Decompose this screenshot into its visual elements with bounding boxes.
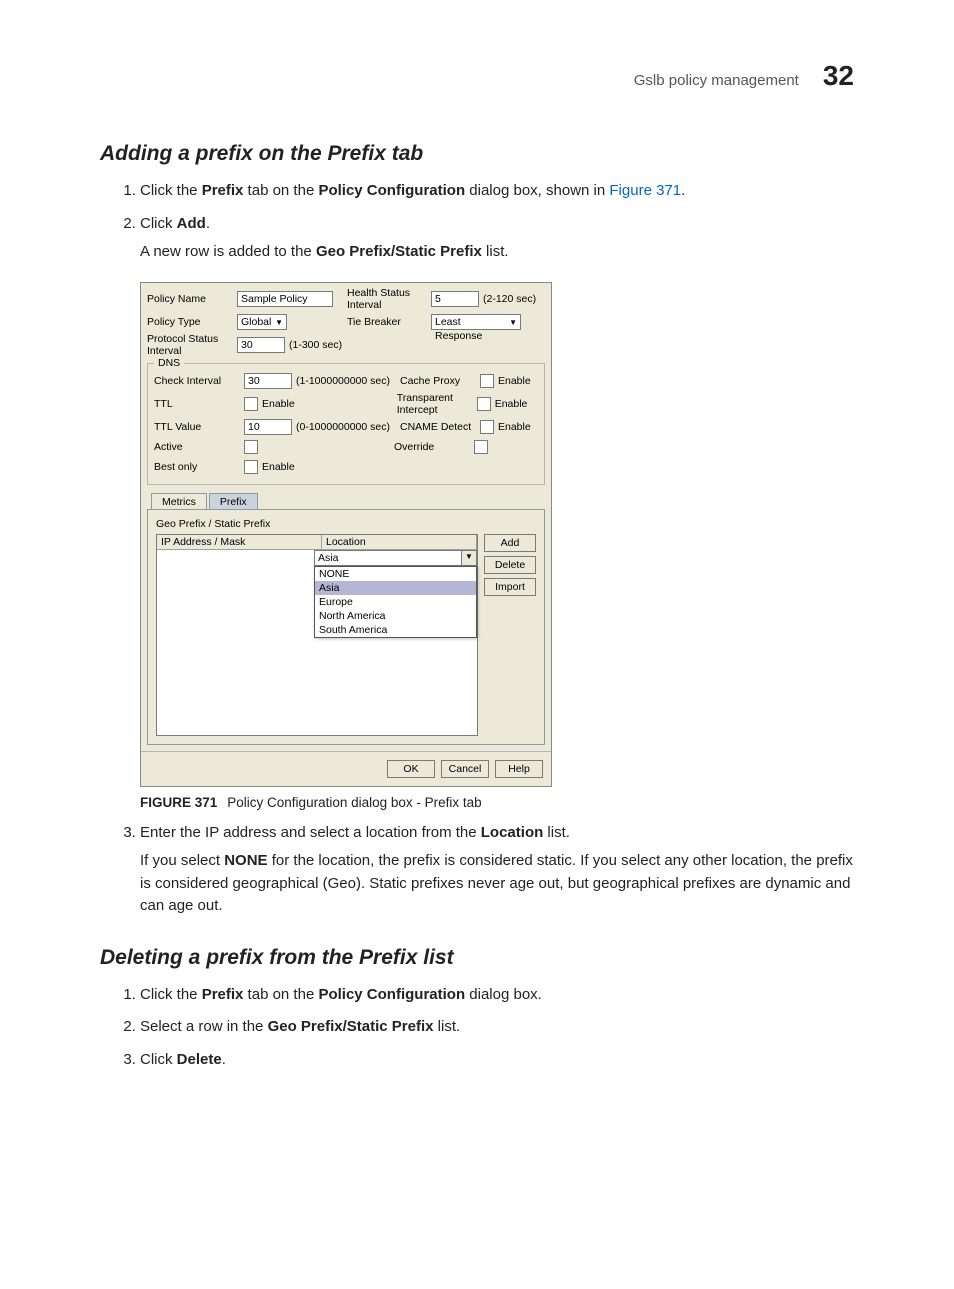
ttl-value-label: TTL Value xyxy=(154,421,244,433)
delete-step-1: Click the Prefix tab on the Policy Confi… xyxy=(140,984,854,1007)
chevron-down-icon[interactable]: ▼ xyxy=(461,550,477,566)
best-only-label: Best only xyxy=(154,461,244,473)
tabbar: Metrics Prefix xyxy=(147,493,545,510)
trans-intercept-label: Transparent Intercept xyxy=(397,392,477,416)
add-button[interactable]: Add xyxy=(484,534,536,552)
location-option-asia[interactable]: Asia xyxy=(315,581,476,595)
policy-type-select[interactable]: Global xyxy=(237,314,287,330)
add-step-1: Click the Prefix tab on the Policy Confi… xyxy=(140,180,854,203)
cache-proxy-checkbox[interactable] xyxy=(480,374,494,388)
policy-type-label: Policy Type xyxy=(147,316,237,328)
hsi-unit: (2-120 sec) xyxy=(483,293,536,305)
location-option-na[interactable]: North America xyxy=(315,609,476,623)
ttl-label: TTL xyxy=(154,398,244,410)
psi-unit: (1-300 sec) xyxy=(289,339,342,351)
figure-caption: FIGURE 371Policy Configuration dialog bo… xyxy=(140,795,854,810)
prefix-panel-title: Geo Prefix / Static Prefix xyxy=(156,518,536,530)
dns-legend: DNS xyxy=(154,357,184,369)
hsi-input[interactable]: 5 xyxy=(431,291,479,307)
trans-intercept-checkbox[interactable] xyxy=(477,397,491,411)
cname-detect-checkbox[interactable] xyxy=(480,420,494,434)
cache-proxy-enable: Enable xyxy=(498,375,531,387)
ttl-enable: Enable xyxy=(262,398,295,410)
override-checkbox[interactable] xyxy=(474,440,488,454)
policy-name-input[interactable]: Sample Policy xyxy=(237,291,333,307)
section-heading-add: Adding a prefix on the Prefix tab xyxy=(100,142,854,166)
cancel-button[interactable]: Cancel xyxy=(441,760,489,778)
location-dropdown[interactable]: NONE Asia Europe North America South Ame… xyxy=(314,566,477,638)
trans-intercept-enable: Enable xyxy=(495,398,528,410)
psi-label: Protocol Status Interval xyxy=(147,333,237,357)
best-only-enable: Enable xyxy=(262,461,295,473)
col-location[interactable]: Location xyxy=(322,535,477,550)
active-label: Active xyxy=(154,441,244,453)
location-cell-value[interactable]: Asia xyxy=(314,550,461,566)
add-steps-list-cont: Enter the IP address and select a locati… xyxy=(100,822,854,918)
location-option-none[interactable]: NONE xyxy=(315,567,476,581)
col-ip[interactable]: IP Address / Mask xyxy=(157,535,322,550)
tiebreaker-label: Tie Breaker xyxy=(347,316,431,328)
add-step-2-sub: A new row is added to the Geo Prefix/Sta… xyxy=(140,241,854,264)
figure-371-link[interactable]: Figure 371 xyxy=(609,182,681,199)
add-step-3-sub: If you select NONE for the location, the… xyxy=(140,850,854,918)
ttl-checkbox[interactable] xyxy=(244,397,258,411)
ok-button[interactable]: OK xyxy=(387,760,435,778)
cname-detect-label: CNAME Detect xyxy=(400,421,480,433)
override-label: Override xyxy=(394,441,474,453)
prefix-panel: Geo Prefix / Static Prefix IP Address / … xyxy=(147,510,545,745)
dns-fieldset: DNS Check Interval 30 (1-1000000000 sec)… xyxy=(147,363,545,485)
import-button[interactable]: Import xyxy=(484,578,536,596)
section-heading-delete: Deleting a prefix from the Prefix list xyxy=(100,946,854,970)
location-option-sa[interactable]: South America xyxy=(315,623,476,637)
running-header-title: Gslb policy management xyxy=(634,72,799,89)
figure-371: Policy Name Sample Policy Health Status … xyxy=(140,282,854,810)
ttl-value-unit: (0-1000000000 sec) xyxy=(296,421,390,433)
psi-input[interactable]: 30 xyxy=(237,337,285,353)
active-checkbox[interactable] xyxy=(244,440,258,454)
prefix-table[interactable]: IP Address / Mask Location Asia ▼ NONE xyxy=(156,534,478,736)
delete-step-3: Click Delete. xyxy=(140,1049,854,1072)
check-interval-input[interactable]: 30 xyxy=(244,373,292,389)
add-step-2: Click Add. A new row is added to the Geo… xyxy=(140,213,854,264)
policy-name-label: Policy Name xyxy=(147,293,237,305)
tab-metrics[interactable]: Metrics xyxy=(151,493,207,509)
delete-step-2: Select a row in the Geo Prefix/Static Pr… xyxy=(140,1016,854,1039)
cname-detect-enable: Enable xyxy=(498,421,531,433)
tiebreaker-select[interactable]: Least Response xyxy=(431,314,521,330)
tab-prefix[interactable]: Prefix xyxy=(209,493,258,509)
ttl-value-input[interactable]: 10 xyxy=(244,419,292,435)
best-only-checkbox[interactable] xyxy=(244,460,258,474)
location-option-europe[interactable]: Europe xyxy=(315,595,476,609)
running-header-number: 32 xyxy=(823,60,854,92)
delete-button[interactable]: Delete xyxy=(484,556,536,574)
check-interval-label: Check Interval xyxy=(154,375,244,387)
cache-proxy-label: Cache Proxy xyxy=(400,375,480,387)
add-step-3: Enter the IP address and select a locati… xyxy=(140,822,854,918)
add-steps-list: Click the Prefix tab on the Policy Confi… xyxy=(100,180,854,264)
help-button[interactable]: Help xyxy=(495,760,543,778)
check-interval-unit: (1-1000000000 sec) xyxy=(296,375,390,387)
hsi-label: Health Status Interval xyxy=(347,287,431,311)
delete-steps-list: Click the Prefix tab on the Policy Confi… xyxy=(100,984,854,1072)
policy-config-dialog: Policy Name Sample Policy Health Status … xyxy=(140,282,552,787)
